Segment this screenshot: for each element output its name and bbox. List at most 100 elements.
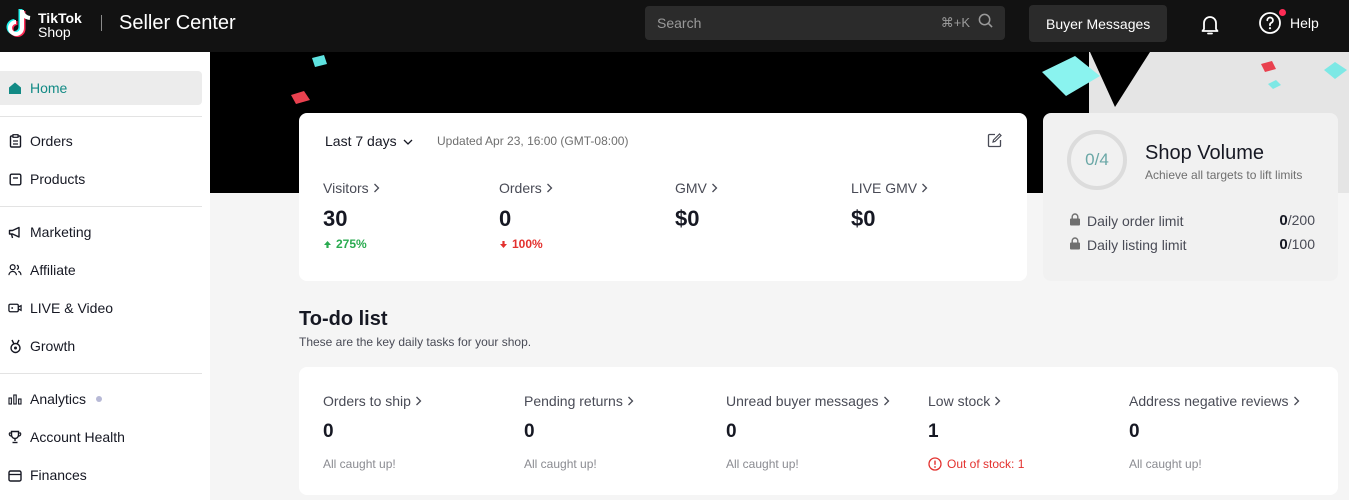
logo-line-2: Shop — [38, 24, 71, 40]
todo-card: Orders to ship 0 All caught up! Pending … — [299, 367, 1338, 495]
sidebar-item-label: Affiliate — [30, 262, 76, 278]
sidebar-item-label: Home — [30, 80, 68, 96]
logo-line-1: TikTok — [38, 10, 82, 26]
todo-status: All caught up! — [726, 457, 799, 471]
search-icon[interactable] — [978, 13, 993, 33]
limit-max: /200 — [1287, 212, 1315, 228]
metric-label: Orders — [499, 180, 542, 196]
date-range-label: Last 7 days — [325, 133, 397, 149]
shop-volume-title: Shop Volume — [1145, 142, 1264, 164]
daily-order-limit: Daily order limit 0/200 — [1069, 212, 1315, 229]
bar-chart-icon — [8, 392, 22, 406]
help-label: Help — [1290, 15, 1319, 31]
date-range-dropdown[interactable]: Last 7 days — [325, 133, 413, 149]
chevron-right-icon — [373, 183, 380, 193]
todo-label: Unread buyer messages — [726, 393, 879, 409]
todo-value: 1 — [928, 421, 939, 442]
people-icon — [8, 263, 22, 277]
metric-orders[interactable]: Orders 0 100% — [499, 180, 553, 251]
todo-orders-to-ship[interactable]: Orders to ship 0 All caught up! — [323, 393, 422, 471]
metric-change: 100% — [512, 237, 543, 251]
todo-label: Orders to ship — [323, 393, 411, 409]
search-input[interactable] — [657, 15, 941, 31]
todo-value: 0 — [323, 421, 334, 442]
sidebar-item-home[interactable]: Home — [0, 71, 202, 105]
limit-label: Daily order limit — [1087, 212, 1184, 229]
box-icon — [8, 172, 22, 186]
search-box[interactable]: ⌘+K — [645, 6, 1005, 40]
analytics-new-dot — [96, 396, 103, 402]
metric-gmv[interactable]: GMV $0 — [675, 180, 718, 232]
sidebar-item-account-health[interactable]: Account Health — [0, 420, 202, 454]
shop-volume-card[interactable]: 0/4 Shop Volume Achieve all targets to l… — [1043, 113, 1338, 281]
confetti-decoration — [1261, 61, 1276, 72]
metric-value: 30 — [323, 206, 348, 231]
sidebar-item-live-video[interactable]: LIVE & Video — [0, 291, 202, 325]
sidebar-divider — [0, 373, 202, 374]
buyer-messages-button[interactable]: Buyer Messages — [1029, 5, 1168, 42]
sidebar-divider — [0, 116, 202, 117]
edit-icon[interactable] — [987, 133, 1002, 153]
metric-live-gmv[interactable]: LIVE GMV $0 — [851, 180, 928, 232]
daily-listing-limit: Daily listing limit 0/100 — [1069, 236, 1315, 253]
sidebar-item-label: Growth — [30, 338, 76, 354]
metric-label: GMV — [675, 180, 707, 196]
todo-pending-returns[interactable]: Pending returns 0 All caught up! — [524, 393, 634, 471]
tiktok-shop-logo[interactable]: TikTok Shop — [6, 8, 82, 42]
sidebar-item-label: Account Health — [30, 429, 125, 445]
todo-label: Address negative reviews — [1129, 393, 1289, 409]
limit-label: Daily listing limit — [1087, 236, 1187, 253]
todo-unread-buyer-messages[interactable]: Unread buyer messages 0 All caught up! — [726, 393, 890, 471]
sidebar-divider — [0, 206, 202, 207]
chevron-right-icon — [922, 183, 928, 193]
sidebar-item-marketing[interactable]: Marketing — [0, 215, 202, 249]
sidebar-item-finances[interactable]: Finances — [0, 458, 202, 492]
sidebar-item-growth[interactable]: Growth — [0, 329, 202, 363]
metric-visitors[interactable]: Visitors 30 275% — [323, 180, 380, 251]
search-shortcut: ⌘+K — [940, 15, 970, 30]
home-icon — [8, 81, 22, 95]
sidebar-item-orders[interactable]: Orders — [0, 124, 202, 158]
sidebar-item-label: Orders — [30, 133, 73, 149]
sidebar-item-products[interactable]: Products — [0, 162, 202, 196]
sidebar-item-label: Products — [30, 171, 86, 187]
limit-max: /100 — [1287, 236, 1315, 252]
sidebar-item-label: Analytics — [30, 391, 87, 407]
metric-value: $0 — [851, 206, 876, 231]
confetti-decoration — [1324, 62, 1347, 79]
chevron-right-icon — [546, 183, 553, 193]
todo-value: 0 — [524, 421, 535, 442]
lock-icon — [1069, 236, 1081, 253]
app-title: Seller Center — [119, 12, 236, 34]
confetti-decoration — [291, 91, 310, 104]
megaphone-icon — [8, 225, 22, 239]
stats-card: Last 7 days Updated Apr 23, 16:00 (GMT-0… — [299, 113, 1027, 281]
metric-label: Visitors — [323, 180, 369, 196]
todo-status: Out of stock: 1 — [947, 457, 1025, 471]
updated-timestamp: Updated Apr 23, 16:00 (GMT-08:00) — [437, 134, 629, 148]
sidebar-item-affiliate[interactable]: Affiliate — [0, 253, 202, 287]
confetti-decoration — [1268, 80, 1281, 89]
todo-status: All caught up! — [1129, 457, 1202, 471]
alert-circle-icon — [928, 457, 942, 471]
todo-low-stock[interactable]: Low stock 1 Out of stock: 1 — [928, 393, 1024, 471]
tiktok-logo-icon — [6, 8, 36, 42]
chevron-right-icon — [995, 396, 1001, 406]
clipboard-icon — [8, 134, 22, 148]
todo-title: To-do list — [299, 308, 388, 330]
todo-address-negative-reviews[interactable]: Address negative reviews 0 All caught up… — [1129, 393, 1300, 471]
metric-value: 0 — [499, 206, 512, 231]
todo-status: All caught up! — [524, 457, 597, 471]
sidebar-item-analytics[interactable]: Analytics — [0, 382, 202, 416]
help-button[interactable]: Help — [1258, 9, 1319, 35]
sidebar: Home Orders Products Marketing Affiliate… — [0, 52, 210, 500]
help-notification-dot — [1279, 9, 1286, 16]
metric-label: LIVE GMV — [851, 180, 918, 196]
header-separator — [101, 15, 102, 31]
notification-bell-icon[interactable] — [1198, 12, 1222, 41]
trophy-icon — [8, 430, 22, 444]
chevron-right-icon — [711, 183, 718, 193]
medal-icon — [8, 339, 22, 353]
chevron-right-icon — [415, 396, 422, 406]
help-icon — [1259, 12, 1281, 34]
